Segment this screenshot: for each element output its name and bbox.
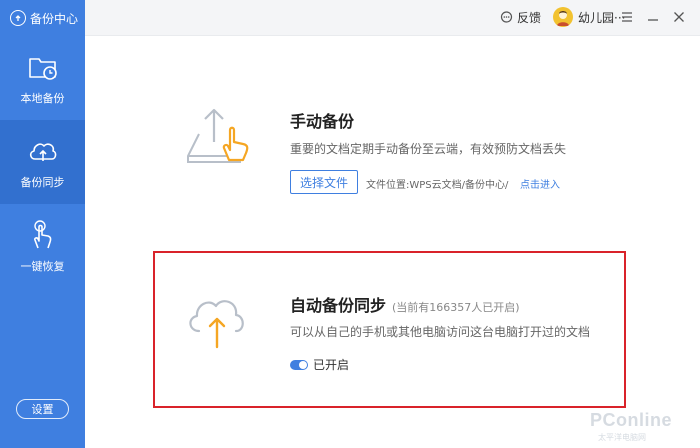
close-icon[interactable] xyxy=(670,8,688,26)
watermark-brand: PConline xyxy=(590,410,673,430)
sidebar-item-one-click-restore[interactable]: 一键恢复 xyxy=(0,204,85,288)
feedback-label: 反馈 xyxy=(517,11,542,25)
enter-link[interactable]: 点击进入 xyxy=(520,176,560,191)
settings-button[interactable]: 设置 xyxy=(16,399,69,419)
sidebar-item-label: 备份同步 xyxy=(20,176,65,189)
auto-backup-description: 可以从自己的手机或其他电脑访问这台电脑打开过的文档 xyxy=(290,325,591,339)
auto-backup-toggle-row: 已开启 xyxy=(290,356,349,373)
hand-tap-icon xyxy=(33,220,51,249)
manual-backup-title: 手动备份 xyxy=(290,112,355,131)
cloud-upload-icon xyxy=(29,143,56,161)
sidebar-item-backup-sync[interactable]: 备份同步 xyxy=(0,120,85,204)
watermark-sub: 太平洋电脑网 xyxy=(598,433,646,442)
app-title: 备份中心 xyxy=(0,0,85,36)
hamburger-icon[interactable] xyxy=(618,8,636,26)
cloud-upload-illustration xyxy=(189,300,244,349)
sidebar-item-local-backup[interactable]: 本地备份 xyxy=(0,36,85,120)
sidebar-item-label: 一键恢复 xyxy=(20,260,65,273)
feedback-button[interactable]: 反馈 xyxy=(500,9,541,26)
top-bar: 反馈 幼儿园··· xyxy=(85,0,700,36)
auto-backup-title: 自动备份同步 xyxy=(290,296,387,315)
user-menu[interactable]: 幼儿园··· xyxy=(553,7,625,27)
avatar xyxy=(553,7,573,27)
manual-backup-description: 重要的文档定期手动备份至云端，有效预防文档丢失 xyxy=(290,142,567,156)
select-file-button[interactable]: 选择文件 xyxy=(290,170,358,194)
backup-logo-icon xyxy=(10,10,26,26)
toggle-status-label: 已开启 xyxy=(313,358,350,372)
minimize-icon[interactable] xyxy=(644,8,662,26)
app-title-text: 备份中心 xyxy=(30,11,79,26)
folder-clock-icon xyxy=(28,58,57,80)
manual-upload-illustration xyxy=(187,108,249,163)
auto-backup-heading: 自动备份同步 (当前有166357人已开启) xyxy=(290,292,520,316)
file-location-text: 文件位置:WPS云文档/备份中心/ xyxy=(366,180,509,191)
enabled-users-count: (当前有166357人已开启) xyxy=(392,301,520,314)
sidebar: 备份中心 本地备份 备份同步 一键恢复 设置 xyxy=(0,0,85,448)
auto-backup-toggle[interactable] xyxy=(290,359,308,370)
chat-bubble-icon xyxy=(500,11,513,23)
sidebar-item-label: 本地备份 xyxy=(20,92,65,105)
